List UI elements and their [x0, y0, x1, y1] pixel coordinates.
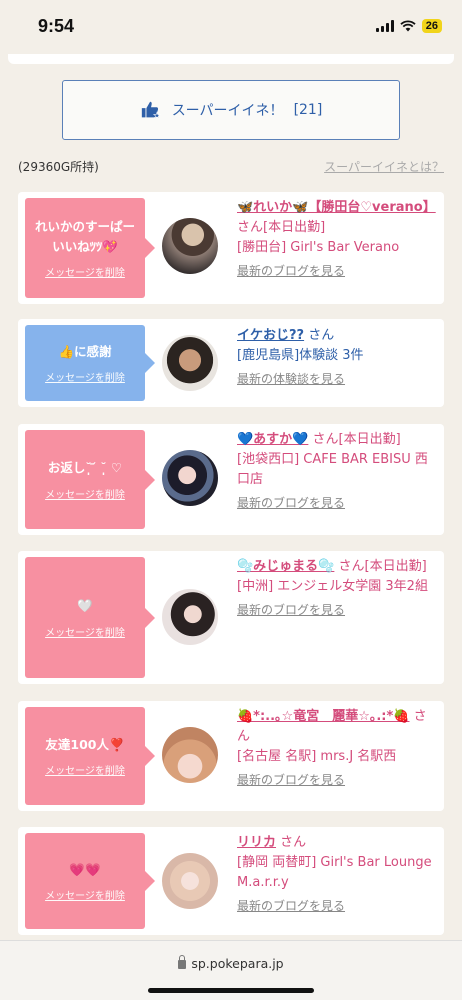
latest-blog-link[interactable]: 最新のブログを見る: [237, 897, 438, 916]
gold-held-text: (29360G所持): [18, 160, 99, 174]
delete-message-link[interactable]: メッセージを削除: [45, 887, 125, 902]
attendance-tag: [本日出勤]: [364, 559, 427, 574]
attendance-tag: [本日出勤]: [263, 220, 326, 236]
avatar[interactable]: [162, 335, 218, 391]
sender-name-link[interactable]: 💙あすか💙: [237, 432, 308, 447]
message-bubble: 👍に感謝 メッセージを削除: [25, 325, 155, 401]
browser-bottom-bar: sp.pokepara.jp: [0, 940, 462, 1000]
sender-name-link[interactable]: 🦋れいか🦋【勝田台♡verano】: [237, 200, 436, 215]
attendance-tag: [本日出勤]: [338, 432, 401, 447]
wifi-icon: [400, 20, 416, 32]
sender-info: 🦋れいか🦋【勝田台♡verano】 さん[本日出勤] [勝田台] Girl's …: [237, 198, 438, 281]
delete-message-link[interactable]: メッセージを削除: [45, 486, 125, 501]
shop-name: [中洲] エンジェル女学園 3年2組: [237, 579, 428, 595]
message-text: 💗💗: [69, 861, 101, 877]
message-bubble: れいかのすーぱーいいねﾂﾂ💖 メッセージを削除: [25, 198, 155, 298]
super-like-button[interactable]: スーパーイイネ！ [21]: [62, 80, 400, 140]
lock-icon: [178, 955, 187, 969]
sender-info: イケおじ?? さん [鹿児島県]体験談 3件 最新の体験談を見る: [237, 326, 438, 389]
san-suffix: さん: [312, 432, 339, 447]
address-bar[interactable]: sp.pokepara.jp: [0, 955, 462, 971]
sender-info: リリカ さん [静岡 両替町] Girl's Bar Lounge M.a.r.…: [237, 833, 438, 916]
avatar[interactable]: [162, 589, 218, 645]
home-indicator[interactable]: [148, 988, 314, 993]
delete-message-link[interactable]: メッセージを削除: [45, 264, 125, 279]
message-bubble: お返し˘̩̩̩ ᷄ ˘̩̩̩ ♡ メッセージを削除: [25, 430, 155, 529]
san-suffix: さん: [280, 835, 307, 850]
sender-name-link[interactable]: イケおじ??: [237, 328, 304, 343]
avatar[interactable]: [162, 853, 218, 909]
message-text: お返し˘̩̩̩ ᷄ ˘̩̩̩ ♡: [47, 460, 123, 476]
avatar[interactable]: [162, 218, 218, 274]
sender-name-link[interactable]: 🍓*:..｡☆竜宮 麗華☆｡.:*🍓: [237, 709, 410, 724]
url-text: sp.pokepara.jp: [191, 956, 284, 971]
san-suffix: さん: [237, 220, 264, 236]
message-bubble: 💗💗 メッセージを削除: [25, 833, 155, 929]
delete-message-link[interactable]: メッセージを削除: [45, 762, 125, 777]
super-like-card: れいかのすーぱーいいねﾂﾂ💖 メッセージを削除 🦋れいか🦋【勝田台♡verano…: [18, 192, 444, 304]
shop-name: [勝田台] Girl's Bar Verano: [237, 240, 400, 256]
shop-name: [静岡 両替町] Girl's Bar Lounge M.a.r.r.y: [237, 855, 432, 891]
about-super-like-link[interactable]: スーパーイイネとは？: [324, 158, 444, 175]
shop-name: [名古屋 名駅] mrs.J 名駅西: [237, 749, 397, 765]
delete-message-link[interactable]: メッセージを削除: [45, 369, 125, 384]
status-bar: 9:54 26: [0, 0, 462, 54]
message-bubble: 友達100人❣️ メッセージを削除: [25, 707, 155, 805]
sender-info: 💙あすか💙 さん[本日出勤] [池袋西口] CAFE BAR EBISU 西口店…: [237, 430, 438, 513]
super-like-card: 🤍 メッセージを削除 🫧みじゅまる🫧 さん[本日出勤] [中洲] エンジェル女学…: [18, 551, 444, 684]
sender-name-link[interactable]: リリカ: [237, 835, 276, 850]
message-text: 友達100人❣️: [45, 736, 125, 752]
status-time: 9:54: [38, 16, 75, 36]
message-text: 👍に感謝: [58, 343, 112, 359]
message-text: 🤍: [77, 598, 93, 614]
super-like-count: [21]: [293, 102, 323, 118]
avatar[interactable]: [162, 450, 218, 506]
super-like-card: 👍に感謝 メッセージを削除 イケおじ?? さん [鹿児島県]体験談 3件 最新の…: [18, 319, 444, 407]
latest-blog-link[interactable]: 最新のブログを見る: [237, 771, 438, 790]
message-bubble: 🤍 メッセージを削除: [25, 557, 155, 678]
status-icons: 26: [375, 19, 442, 33]
san-suffix: さん: [308, 328, 335, 343]
super-like-label: スーパーイイネ！: [171, 103, 284, 119]
sender-info: 🍓*:..｡☆竜宮 麗華☆｡.:*🍓 さん [名古屋 名駅] mrs.J 名駅西…: [237, 707, 438, 790]
delete-message-link[interactable]: メッセージを削除: [45, 624, 125, 639]
thumbs-up-star-icon: [141, 101, 161, 119]
latest-blog-link[interactable]: 最新のブログを見る: [237, 601, 438, 620]
latest-review-link[interactable]: 最新の体験談を見る: [237, 370, 438, 389]
avatar[interactable]: [162, 727, 218, 783]
san-suffix: さん: [338, 559, 365, 574]
latest-blog-link[interactable]: 最新のブログを見る: [237, 494, 438, 513]
signal-icon: [375, 20, 394, 32]
super-like-card: 友達100人❣️ メッセージを削除 🍓*:..｡☆竜宮 麗華☆｡.:*🍓 さん …: [18, 701, 444, 811]
sender-name-link[interactable]: 🫧みじゅまる🫧: [237, 559, 334, 574]
message-text: れいかのすーぱーいいねﾂﾂ💖: [34, 219, 135, 254]
shop-name: [池袋西口] CAFE BAR EBISU 西口店: [237, 452, 428, 488]
sender-info: 🫧みじゅまる🫧 さん[本日出勤] [中洲] エンジェル女学園 3年2組 最新のブ…: [237, 557, 438, 620]
latest-blog-link[interactable]: 最新のブログを見る: [237, 262, 438, 281]
super-like-card: お返し˘̩̩̩ ᷄ ˘̩̩̩ ♡ メッセージを削除 💙あすか💙 さん[本日出勤]…: [18, 424, 444, 535]
super-like-card: 💗💗 メッセージを削除 リリカ さん [静岡 両替町] Girl's Bar L…: [18, 827, 444, 935]
page-top-strip: [8, 54, 454, 64]
shop-name: [鹿児島県]体験談 3件: [237, 348, 364, 364]
battery-icon: 26: [421, 19, 442, 33]
